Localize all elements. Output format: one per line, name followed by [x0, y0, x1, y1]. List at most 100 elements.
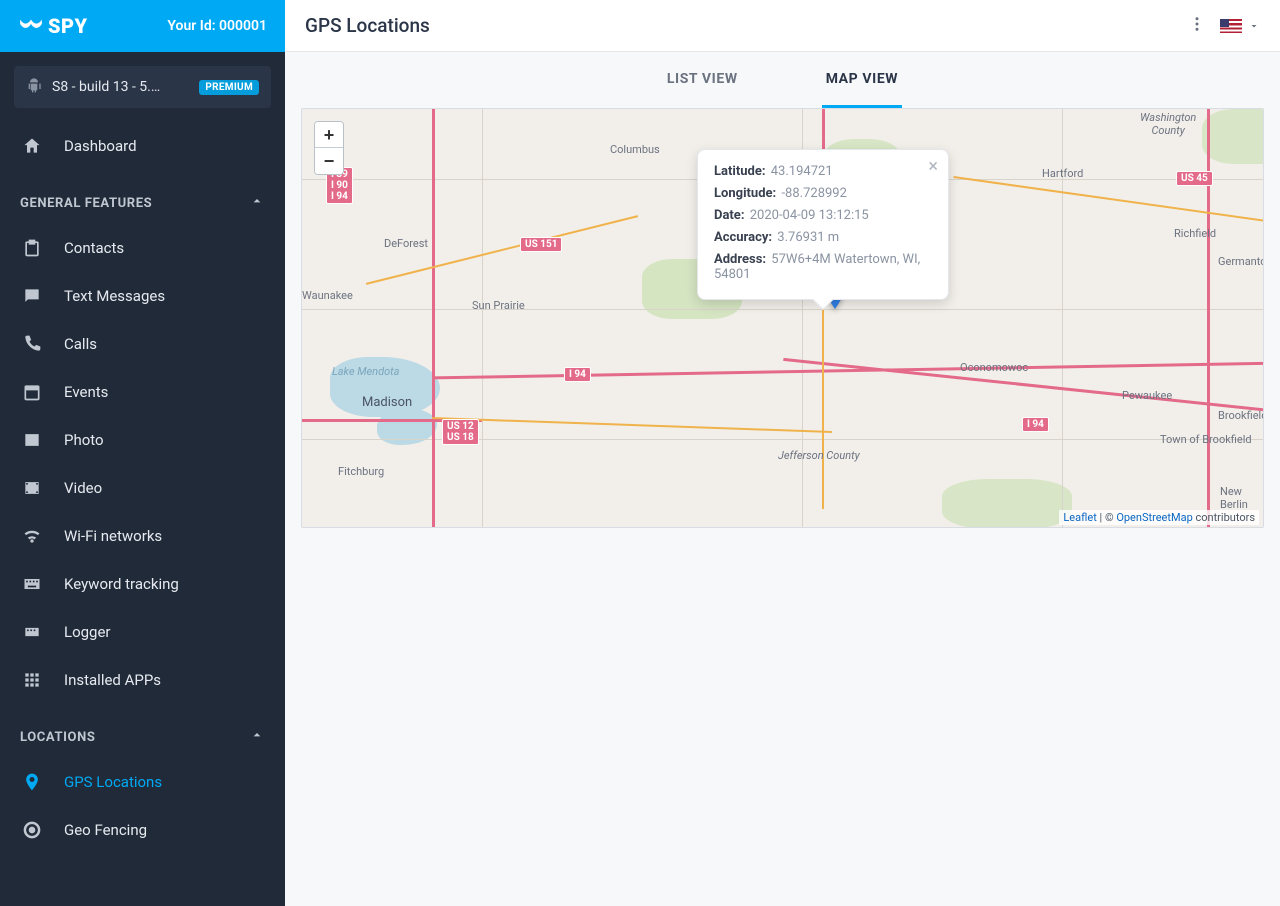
map-zoom-control: + −	[314, 121, 344, 175]
sidebar-item-label: Events	[64, 383, 108, 401]
popup-label: Latitude:	[714, 164, 766, 179]
sidebar-item-label: GPS Locations	[64, 773, 162, 791]
sidebar-item-label: Keyword tracking	[64, 575, 179, 593]
highway-shield: US 12 US 18	[442, 419, 479, 445]
highway-shield: US 151	[520, 237, 562, 252]
brand-logo: SPY	[18, 13, 88, 39]
keypad-icon	[20, 622, 44, 642]
map-attribution: Leaflet | © OpenStreetMap contributors	[1059, 510, 1259, 525]
sidebar-topbar: SPY Your Id: 000001	[0, 0, 285, 52]
city-label: Richfield	[1174, 227, 1216, 240]
sidebar-item-label: Logger	[64, 623, 111, 641]
header-actions	[1188, 15, 1260, 37]
map[interactable]: I 39 I 90 I 94 US 151 I 94 US 12 US 18 I…	[301, 108, 1264, 528]
section-label: LOCATIONS	[20, 730, 95, 745]
sidebar-item-label: Photo	[64, 431, 104, 449]
chevron-down-icon	[1248, 20, 1260, 32]
section-general-features[interactable]: GENERAL FEATURES	[0, 182, 285, 224]
main-header: GPS Locations	[285, 0, 1280, 52]
home-icon	[20, 136, 44, 156]
sidebar-nav: Dashboard GENERAL FEATURES Contacts Text…	[0, 122, 285, 906]
chevron-up-icon	[249, 727, 265, 747]
sidebar-item-calls[interactable]: Calls	[0, 320, 285, 368]
sidebar-item-installed-apps[interactable]: Installed APPs	[0, 656, 285, 704]
county-label: Jefferson County	[778, 449, 860, 462]
tab-list-view[interactable]: LIST VIEW	[663, 52, 742, 108]
sidebar-item-keyword-tracking[interactable]: Keyword tracking	[0, 560, 285, 608]
sidebar-item-label: Text Messages	[64, 287, 165, 305]
city-label: Sun Prairie	[472, 299, 525, 312]
chat-icon	[20, 286, 44, 306]
clipboard-icon	[20, 238, 44, 258]
sidebar-item-gps-locations[interactable]: GPS Locations	[0, 758, 285, 806]
city-label: Germantown	[1218, 255, 1264, 268]
city-label: Pewaukee	[1122, 389, 1172, 402]
film-icon	[20, 478, 44, 498]
sidebar-item-contacts[interactable]: Contacts	[0, 224, 285, 272]
page-title: GPS Locations	[305, 14, 430, 37]
leaflet-link[interactable]: Leaflet	[1063, 511, 1096, 524]
language-selector[interactable]	[1220, 19, 1260, 33]
android-icon	[26, 77, 42, 97]
brand-mark-icon	[18, 13, 44, 39]
sidebar-item-label: Video	[64, 479, 102, 497]
city-label: Waunakee	[302, 289, 353, 302]
city-label: Fitchburg	[338, 465, 384, 478]
section-locations[interactable]: LOCATIONS	[0, 716, 285, 758]
popup-value: -88.728992	[781, 186, 846, 201]
sidebar-item-geo-fencing[interactable]: Geo Fencing	[0, 806, 285, 854]
target-icon	[20, 820, 44, 840]
your-id-label: Your Id:	[167, 18, 215, 34]
city-label: DeForest	[384, 237, 428, 250]
content: LIST VIEW MAP VIEW	[285, 52, 1280, 906]
sidebar-item-label: Contacts	[64, 239, 124, 257]
more-vert-icon[interactable]	[1188, 15, 1206, 37]
sidebar-item-label: Wi-Fi networks	[64, 527, 162, 545]
osm-link[interactable]: OpenStreetMap	[1116, 511, 1192, 524]
phone-icon	[20, 334, 44, 354]
close-icon[interactable]: ×	[928, 156, 938, 177]
sidebar-item-logger[interactable]: Logger	[0, 608, 285, 656]
device-selector[interactable]: S8 - build 13 - 5.… PREMIUM	[14, 66, 271, 108]
sidebar-item-dashboard[interactable]: Dashboard	[0, 122, 285, 170]
wifi-icon	[20, 526, 44, 546]
sidebar-item-video[interactable]: Video	[0, 464, 285, 512]
flag-us-icon	[1220, 19, 1242, 33]
lake-label: Lake Mendota	[332, 365, 399, 378]
popup-label: Address:	[714, 252, 766, 267]
city-label: Hartford	[1042, 167, 1083, 180]
highway-shield: I 94	[564, 367, 591, 382]
location-pin-icon	[20, 772, 44, 792]
city-label: Brookfield	[1218, 409, 1264, 422]
sidebar-item-wifi[interactable]: Wi-Fi networks	[0, 512, 285, 560]
popup-label: Accuracy:	[714, 230, 772, 245]
chevron-up-icon	[249, 193, 265, 213]
sidebar-item-label: Installed APPs	[64, 671, 161, 689]
sidebar-item-label: Dashboard	[64, 137, 137, 155]
brand-text: SPY	[48, 14, 88, 38]
city-label: Town of Brookfield	[1160, 433, 1252, 446]
county-label: Washington County	[1140, 111, 1196, 137]
device-name: S8 - build 13 - 5.…	[52, 79, 189, 95]
zoom-out-button[interactable]: −	[315, 148, 343, 174]
apps-grid-icon	[20, 670, 44, 690]
sidebar-item-label: Calls	[64, 335, 97, 353]
popup-label: Longitude:	[714, 186, 776, 201]
sidebar-item-text-messages[interactable]: Text Messages	[0, 272, 285, 320]
tab-map-view[interactable]: MAP VIEW	[822, 52, 902, 108]
city-label: Oconomowoc	[960, 361, 1028, 374]
popup-value: 2020-04-09 13:12:15	[750, 208, 869, 223]
sidebar-item-events[interactable]: Events	[0, 368, 285, 416]
city-label: Madison	[362, 395, 412, 410]
zoom-in-button[interactable]: +	[315, 122, 343, 148]
section-label: GENERAL FEATURES	[20, 196, 152, 211]
sidebar: SPY Your Id: 000001 S8 - build 13 - 5.… …	[0, 0, 285, 906]
view-tabs: LIST VIEW MAP VIEW	[301, 52, 1264, 108]
highway-shield: I 94	[1022, 417, 1049, 432]
image-icon	[20, 430, 44, 450]
popup-value: 3.76931 m	[777, 230, 839, 245]
highway-shield: US 45	[1176, 171, 1213, 186]
location-popup: × Latitude: 43.194721 Longitude: -88.728…	[697, 149, 949, 300]
sidebar-item-photo[interactable]: Photo	[0, 416, 285, 464]
city-label: Columbus	[610, 143, 660, 156]
